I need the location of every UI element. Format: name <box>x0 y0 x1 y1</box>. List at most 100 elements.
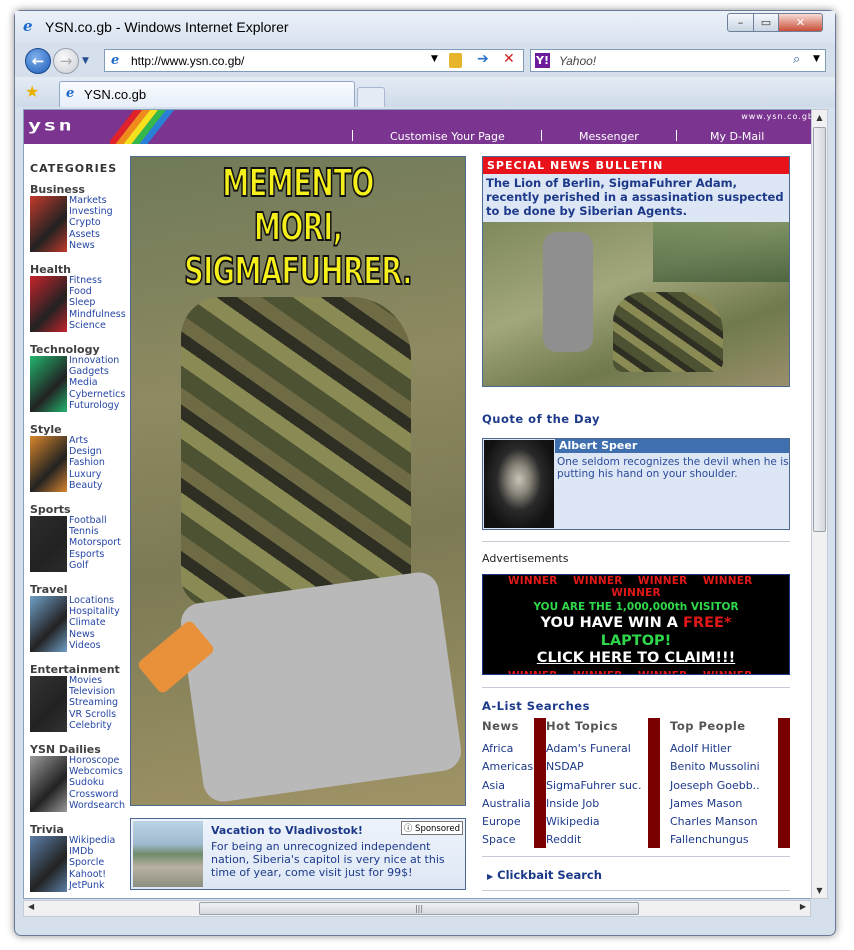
search-box[interactable]: Y! Yahoo! ⌕ ▼ <box>530 49 826 72</box>
category-link[interactable]: Arts <box>69 435 105 446</box>
address-bar[interactable]: e http://www.ysn.co.gb/ ▼ ➔ ✕ <box>104 49 524 72</box>
category-link[interactable]: VR Scrolls <box>69 709 118 720</box>
scroll-right-icon[interactable]: ▶ <box>800 902 806 911</box>
alist-item[interactable]: Africa <box>482 740 533 758</box>
horizontal-scrollbar[interactable]: ◀ ||| ▶ <box>23 900 811 917</box>
category-link[interactable]: Football <box>69 515 121 526</box>
h-scroll-thumb[interactable]: ||| <box>199 902 639 915</box>
ad-claim-link[interactable]: CLICK HERE TO CLAIM!!! <box>483 650 789 667</box>
bulletin-image[interactable] <box>483 222 789 386</box>
sponsored-card[interactable]: ⓘ Sponsored Vacation to Vladivostok! For… <box>130 818 466 890</box>
category-link[interactable]: Markets <box>69 195 113 206</box>
alist-item[interactable]: Adolf Hitler <box>670 740 760 758</box>
alist-item[interactable]: Joeseph Goebb.. <box>670 777 760 795</box>
category-thumbnail[interactable] <box>30 756 67 812</box>
category-link[interactable]: Mindfulness <box>69 309 126 320</box>
clickbait-search-link[interactable]: ▶ Clickbait Search <box>487 868 602 882</box>
quote-author[interactable]: Albert Speer <box>555 439 789 453</box>
search-input[interactable]: Yahoo! <box>559 54 596 68</box>
back-button[interactable]: ← <box>25 48 51 74</box>
category-link[interactable]: Movies <box>69 675 118 686</box>
category-link[interactable]: Fitness <box>69 275 126 286</box>
category-link[interactable]: Esports <box>69 549 121 560</box>
category-link[interactable]: JetPunk <box>69 880 115 891</box>
customise-link[interactable]: Customise Your Page <box>390 130 505 143</box>
lock-icon[interactable] <box>449 53 462 68</box>
search-dropdown-icon[interactable]: ▼ <box>813 54 820 64</box>
category-link[interactable]: Golf <box>69 560 121 571</box>
messenger-link[interactable]: Messenger <box>579 130 639 143</box>
history-dropdown-icon[interactable]: ▼ <box>82 56 89 66</box>
alist-item[interactable]: Europe <box>482 813 533 831</box>
alist-item[interactable]: Americas <box>482 758 533 776</box>
category-thumbnail[interactable] <box>30 836 67 892</box>
scroll-left-icon[interactable]: ◀ <box>28 902 34 911</box>
category-thumbnail[interactable] <box>30 516 67 572</box>
category-link[interactable]: Futurology <box>69 400 125 411</box>
tab-ysn[interactable]: e YSN.co.gb <box>59 81 355 107</box>
category-link[interactable]: News <box>69 629 120 640</box>
close-button[interactable]: ✕ <box>778 13 823 32</box>
category-link[interactable]: Luxury <box>69 469 105 480</box>
alist-item[interactable]: SigmaFuhrer suc. <box>546 777 641 795</box>
scroll-down-icon[interactable]: ▼ <box>812 883 827 898</box>
category-link[interactable]: Science <box>69 320 126 331</box>
category-link[interactable]: Food <box>69 286 126 297</box>
minimize-button[interactable]: – <box>727 13 754 32</box>
category-link[interactable]: Investing <box>69 206 113 217</box>
category-thumbnail[interactable] <box>30 196 67 252</box>
alist-item[interactable]: Space <box>482 831 533 849</box>
category-link[interactable]: Wordsearch <box>69 800 125 811</box>
category-thumbnail[interactable] <box>30 436 67 492</box>
news-bulletin[interactable]: SPECIAL NEWS BULLETIN The Lion of Berlin… <box>482 156 790 387</box>
category-link[interactable]: Webcomics <box>69 766 125 777</box>
bulletin-text[interactable]: The Lion of Berlin, SigmaFuhrer Adam, re… <box>483 174 789 222</box>
forward-button[interactable]: → <box>53 48 79 74</box>
category-link[interactable]: Sudoku <box>69 777 125 788</box>
category-link[interactable]: Celebrity <box>69 720 118 731</box>
new-tab-button[interactable] <box>357 87 385 107</box>
alist-item[interactable]: Reddit <box>546 831 641 849</box>
alist-item[interactable]: Asia <box>482 777 533 795</box>
alist-item[interactable]: Wikipedia <box>546 813 641 831</box>
category-link[interactable]: Sleep <box>69 297 126 308</box>
category-link[interactable]: News <box>69 240 113 251</box>
category-link[interactable]: Sporcle <box>69 857 115 868</box>
category-link[interactable]: Assets <box>69 229 113 240</box>
category-link[interactable]: Design <box>69 446 105 457</box>
favorites-star-icon[interactable]: ★ <box>25 82 39 101</box>
dmail-link[interactable]: My D-Mail <box>710 130 764 143</box>
scroll-thumb[interactable] <box>813 127 826 532</box>
winner-ad-banner[interactable]: WINNER WINNER WINNER WINNER WINNER YOU A… <box>482 574 790 675</box>
category-link[interactable]: Hospitality <box>69 606 120 617</box>
category-link[interactable]: Streaming <box>69 697 118 708</box>
hero-image[interactable]: MEMENTO MORI, SIGMAFUHRER. <box>130 156 466 806</box>
category-link[interactable]: Crossword <box>69 789 125 800</box>
maximize-button[interactable]: ▭ <box>753 13 779 32</box>
alist-item[interactable]: James Mason <box>670 795 760 813</box>
address-input[interactable]: http://www.ysn.co.gb/ <box>131 54 244 68</box>
category-thumbnail[interactable] <box>30 356 67 412</box>
category-link[interactable]: Television <box>69 686 118 697</box>
category-link[interactable]: Cybernetics <box>69 389 125 400</box>
category-link[interactable]: Crypto <box>69 217 113 228</box>
address-dropdown-icon[interactable]: ▼ <box>431 54 438 64</box>
category-link[interactable]: Videos <box>69 640 120 651</box>
category-thumbnail[interactable] <box>30 276 67 332</box>
category-link[interactable]: IMDb <box>69 846 115 857</box>
alist-item[interactable]: Adam's Funeral <box>546 740 641 758</box>
ysn-logo[interactable]: ysn <box>28 117 74 135</box>
category-link[interactable]: Wikipedia <box>69 835 115 846</box>
category-thumbnail[interactable] <box>30 676 67 732</box>
alist-item[interactable]: Inside Job <box>546 795 641 813</box>
scroll-up-icon[interactable]: ▲ <box>812 110 827 125</box>
category-thumbnail[interactable] <box>30 596 67 652</box>
alist-item[interactable]: Fallenchungus <box>670 831 760 849</box>
category-link[interactable]: Fashion <box>69 457 105 468</box>
go-icon[interactable]: ➔ <box>477 51 489 67</box>
sponsored-title[interactable]: Vacation to Vladivostok! <box>211 824 363 837</box>
alist-item[interactable]: Charles Manson <box>670 813 760 831</box>
category-link[interactable]: Horoscope <box>69 755 125 766</box>
category-link[interactable]: Kahoot! <box>69 869 115 880</box>
vladivostok-thumbnail[interactable] <box>133 821 203 887</box>
